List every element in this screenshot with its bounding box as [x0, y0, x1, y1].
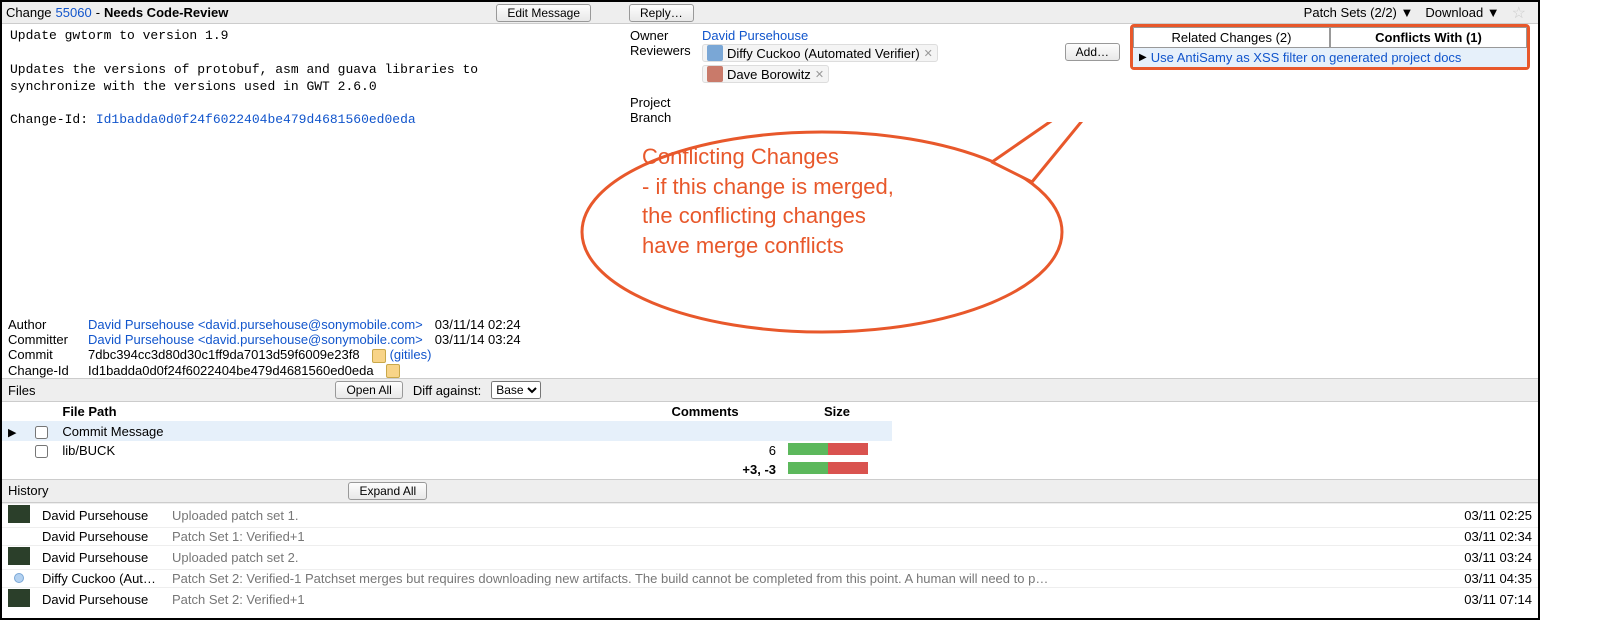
history-row[interactable]: Diffy Cuckoo (Aut… Patch Set 2: Verified…: [2, 569, 1538, 587]
gitiles-link[interactable]: (gitiles): [390, 347, 432, 362]
change-label: Change: [6, 5, 52, 20]
files-table: File Path Comments Size ▶ Commit Message…: [2, 402, 892, 478]
size-removed-bar: [828, 443, 868, 455]
reply-button[interactable]: Reply…: [629, 4, 694, 22]
history-date: 03/11 02:34: [1448, 527, 1538, 545]
committer-link[interactable]: David Pursehouse <david.pursehouse@sonym…: [88, 332, 423, 347]
diff-against-select[interactable]: Base: [491, 381, 541, 399]
commit-message: Update gwtorm to version 1.9 Updates the…: [10, 28, 614, 129]
changeid-label: Change-Id: [8, 363, 88, 379]
change-number-link[interactable]: 55060: [56, 5, 92, 20]
history-date: 03/11 04:35: [1448, 569, 1538, 587]
star-icon[interactable]: ☆: [1512, 3, 1526, 23]
download-dropdown[interactable]: Download ▼: [1425, 5, 1499, 20]
history-author: Diffy Cuckoo (Aut…: [36, 569, 166, 587]
owner-label: Owner: [630, 28, 702, 43]
avatar-icon: [707, 45, 723, 61]
author-label: Author: [8, 317, 88, 332]
history-row[interactable]: David Pursehouse Uploaded patch set 2. 0…: [2, 545, 1538, 569]
history-message: Patch Set 1: Verified+1: [166, 527, 1448, 545]
reviewer-chip[interactable]: Diffy Cuckoo (Automated Verifier) ✕: [702, 44, 938, 62]
file-row[interactable]: ▶ Commit Message: [2, 421, 892, 440]
tab-conflicts-with[interactable]: Conflicts With (1): [1330, 27, 1527, 48]
annotation-line: have merge conflicts: [642, 231, 894, 261]
avatar-icon: [8, 589, 30, 607]
file-comments: 6: [628, 441, 782, 460]
committer-date: 03/11/14 03:24: [435, 332, 521, 347]
related-changes-panel: Related Changes (2) Conflicts With (1) ▶…: [1130, 24, 1530, 70]
history-row[interactable]: David Pursehouse Patch Set 1: Verified+1…: [2, 527, 1538, 545]
annotation-callout: Conflicting Changes - if this change is …: [562, 122, 1082, 342]
remove-reviewer-icon[interactable]: ✕: [924, 47, 933, 60]
annotation-line: - if this change is merged,: [642, 172, 894, 202]
status-dot-icon: [14, 573, 24, 583]
author-date: 03/11/14 02:24: [435, 317, 521, 332]
size-removed-bar: [828, 462, 868, 474]
col-size: Size: [782, 402, 892, 421]
commit-hash: 7dbc394cc3d80d30c1ff9da7013d59f6009e23f8: [88, 347, 360, 363]
col-comments: Comments: [628, 402, 782, 421]
history-author: David Pursehouse: [36, 527, 166, 545]
open-all-button[interactable]: Open All: [335, 381, 402, 399]
expand-icon[interactable]: ▶: [8, 427, 16, 439]
history-message: Patch Set 2: Verified+1: [166, 587, 1448, 611]
status-sep: -: [96, 5, 100, 20]
history-row[interactable]: David Pursehouse Uploaded patch set 1. 0…: [2, 503, 1538, 527]
tab-related-changes[interactable]: Related Changes (2): [1133, 27, 1330, 48]
change-status: Needs Code-Review: [104, 5, 228, 20]
diff-against-label: Diff against:: [413, 383, 481, 398]
reviewers-label: Reviewers: [630, 43, 702, 58]
project-label: Project: [630, 95, 702, 110]
avatar-icon: [707, 66, 723, 82]
avatar-icon: [8, 505, 30, 523]
col-file-path: File Path: [56, 402, 628, 421]
file-checkbox[interactable]: [35, 445, 48, 458]
history-message: Uploaded patch set 1.: [166, 503, 1448, 527]
commit-message-changeid-link[interactable]: Id1badda0d0f24f6022404be479d4681560ed0ed…: [96, 112, 416, 127]
history-title: History: [8, 483, 48, 498]
copy-icon[interactable]: [372, 349, 386, 363]
history-author: David Pursehouse: [36, 503, 166, 527]
edit-message-button[interactable]: Edit Message: [496, 4, 591, 22]
expand-all-button[interactable]: Expand All: [348, 482, 427, 500]
history-date: 03/11 02:25: [1448, 503, 1538, 527]
avatar-icon: [8, 547, 30, 565]
history-date: 03/11 07:14: [1448, 587, 1538, 611]
history-author: David Pursehouse: [36, 587, 166, 611]
changeid-value: Id1badda0d0f24f6022404be479d4681560ed0ed…: [88, 363, 374, 379]
add-reviewer-button[interactable]: Add…: [1065, 43, 1120, 61]
annotation-line: Conflicting Changes: [642, 142, 894, 172]
size-added-bar: [788, 443, 828, 455]
history-section-header: History Expand All: [2, 479, 1538, 503]
file-row[interactable]: lib/BUCK 6: [2, 441, 892, 460]
reviewer-name: Diffy Cuckoo (Automated Verifier): [727, 46, 920, 61]
history-row[interactable]: David Pursehouse Patch Set 2: Verified+1…: [2, 587, 1538, 611]
history-author: David Pursehouse: [36, 545, 166, 569]
remove-reviewer-icon[interactable]: ✕: [815, 68, 824, 81]
history-message: Patch Set 2: Verified-1 Patchset merges …: [166, 569, 1448, 587]
header-bar: Change 55060 - Needs Code-Review Edit Me…: [2, 2, 1538, 24]
file-path: lib/BUCK: [56, 441, 628, 460]
files-section-header: Files Open All Diff against: Base: [2, 378, 1538, 402]
file-summary-row: +3, -3: [2, 460, 892, 479]
author-link[interactable]: David Pursehouse <david.pursehouse@sonym…: [88, 317, 423, 332]
owner-link[interactable]: David Pursehouse: [702, 28, 808, 43]
history-table: David Pursehouse Uploaded patch set 1. 0…: [2, 503, 1538, 611]
history-date: 03/11 03:24: [1448, 545, 1538, 569]
size-summary: +3, -3: [628, 460, 782, 479]
expand-icon[interactable]: ▶: [1139, 52, 1147, 63]
conflicting-change-link[interactable]: Use AntiSamy as XSS filter on generated …: [1151, 50, 1462, 65]
reviewer-name: Dave Borowitz: [727, 67, 811, 82]
history-message: Uploaded patch set 2.: [166, 545, 1448, 569]
file-path: Commit Message: [56, 421, 628, 440]
copy-icon[interactable]: [386, 364, 400, 378]
annotation-line: the conflicting changes: [642, 201, 894, 231]
commit-label: Commit: [8, 347, 88, 363]
patch-sets-dropdown[interactable]: Patch Sets (2/2) ▼: [1304, 5, 1414, 20]
committer-label: Committer: [8, 332, 88, 347]
size-added-bar: [788, 462, 828, 474]
file-checkbox[interactable]: [35, 426, 48, 439]
reviewer-chip[interactable]: Dave Borowitz ✕: [702, 65, 829, 83]
files-title: Files: [8, 383, 35, 398]
